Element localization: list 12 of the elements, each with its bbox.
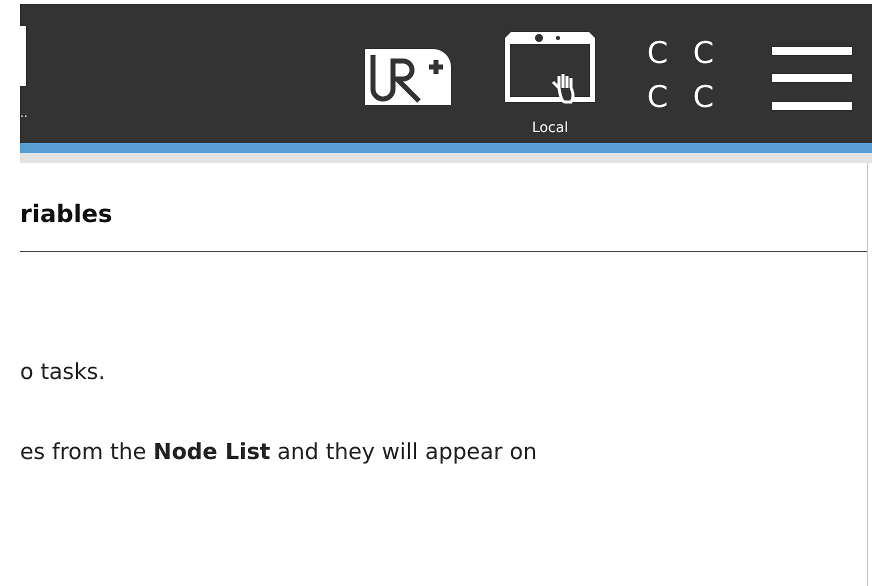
instruction-text: es from the Node List and they will appear on bbox=[20, 439, 538, 467]
mode-label: Local bbox=[532, 120, 568, 136]
panel-title: riables bbox=[20, 202, 112, 226]
instruction-text: o tasks. bbox=[20, 359, 106, 387]
status-letter: C bbox=[647, 82, 668, 114]
status-letter: C bbox=[693, 38, 714, 70]
ur-plus-logo-icon[interactable] bbox=[363, 49, 454, 107]
status-letter: C bbox=[647, 38, 668, 70]
tablet-hand-icon[interactable] bbox=[503, 30, 598, 104]
menu-icon[interactable] bbox=[772, 47, 852, 111]
status-letter: C bbox=[693, 82, 714, 114]
truncated-label: .. bbox=[20, 106, 28, 120]
